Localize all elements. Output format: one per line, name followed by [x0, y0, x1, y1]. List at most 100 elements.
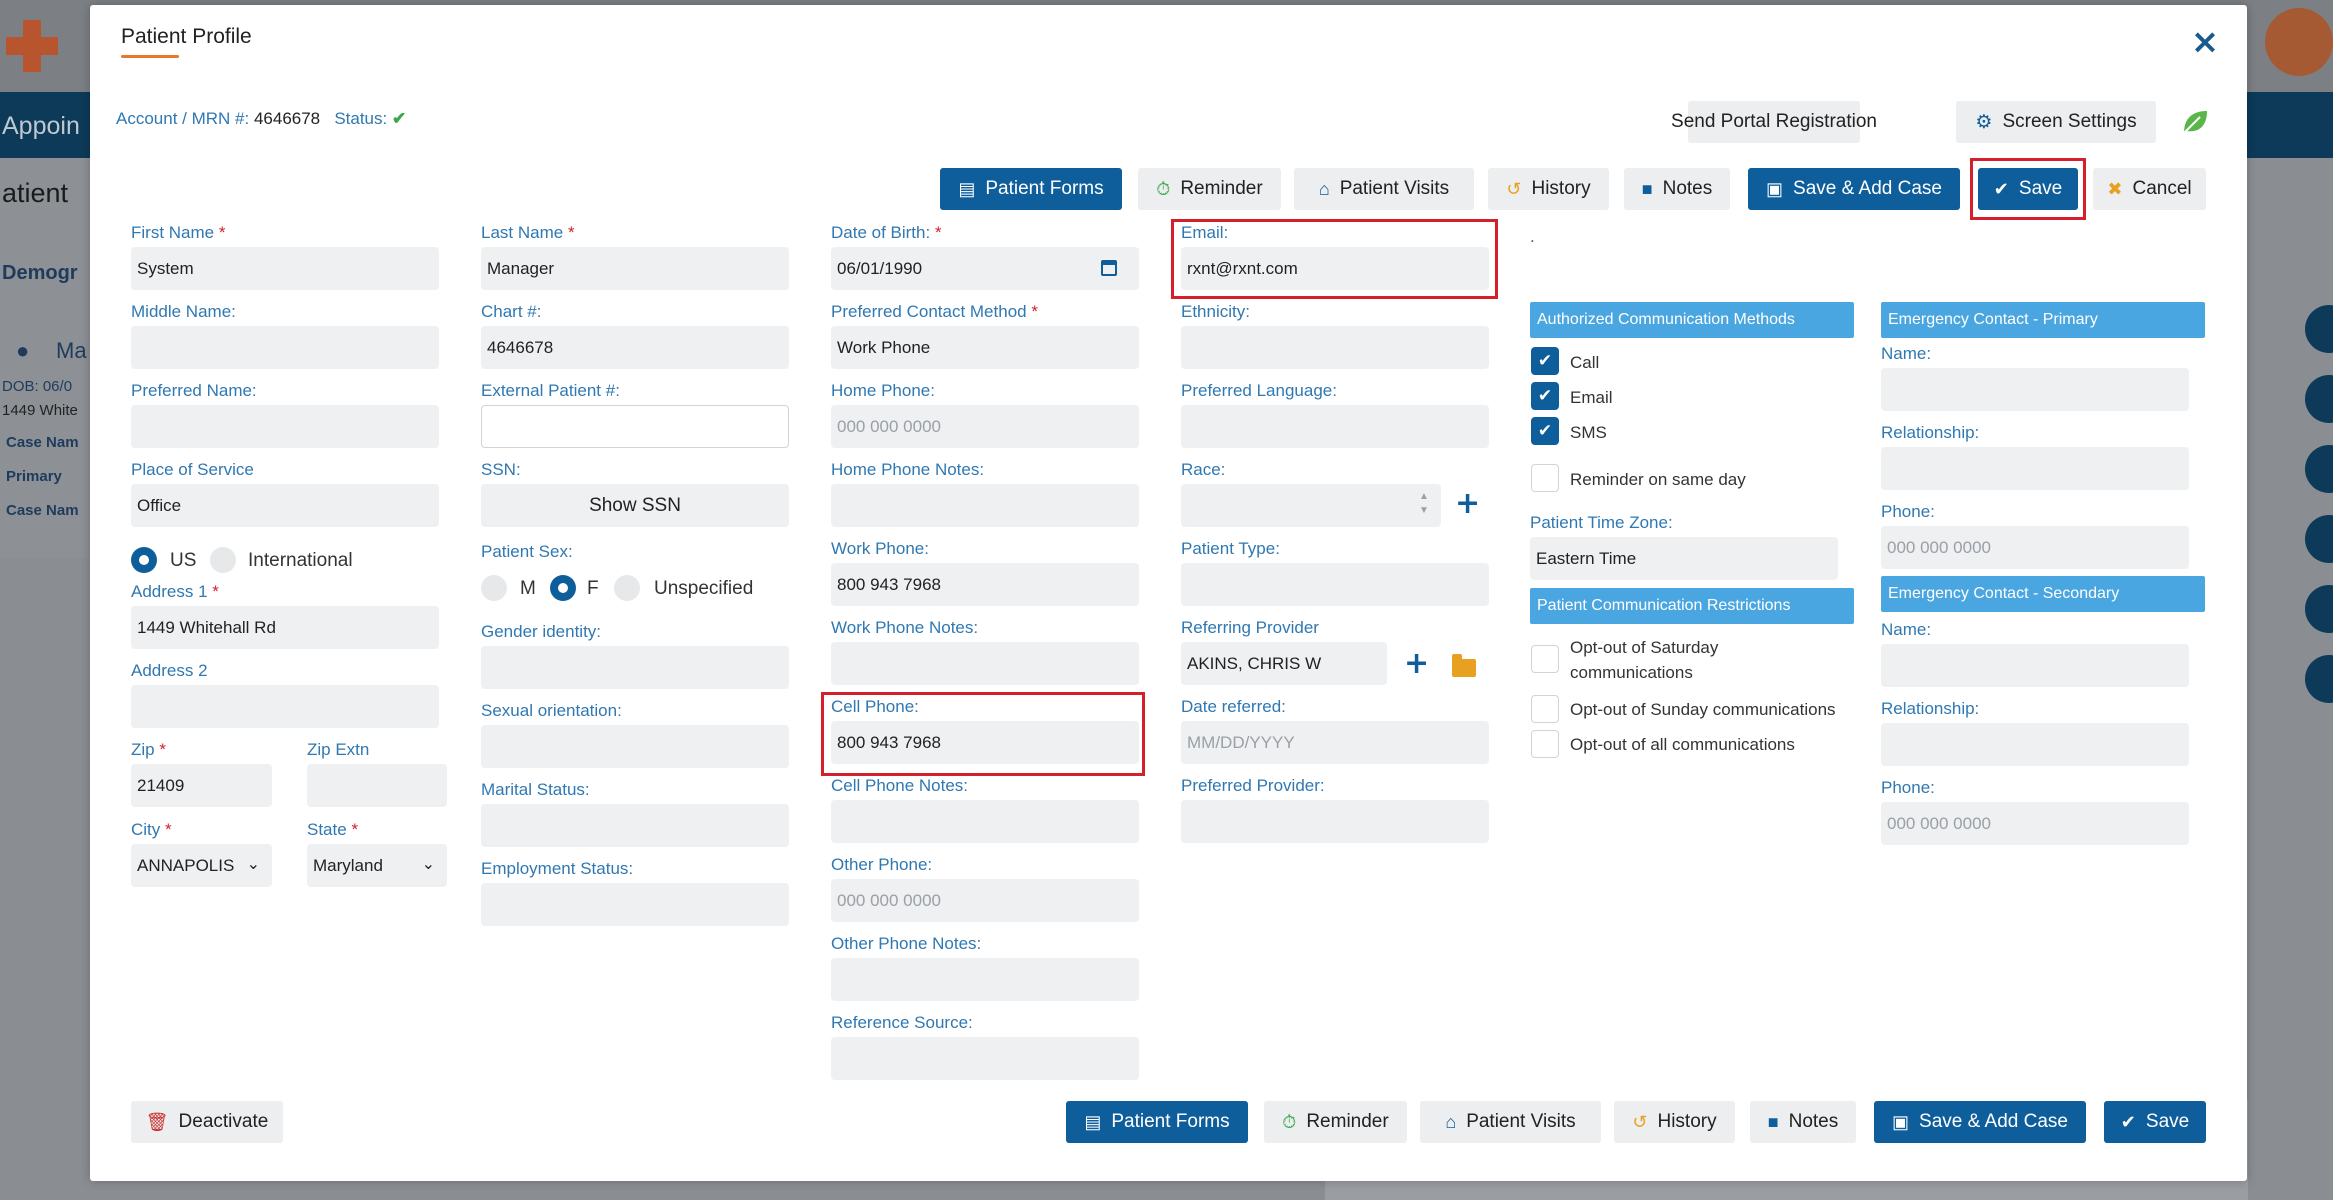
chart-field[interactable]: 4646678 [481, 326, 789, 369]
footer-history-button[interactable]: ↺ History [1614, 1101, 1735, 1143]
zip-field[interactable]: 21409 [131, 764, 272, 807]
deactivate-button[interactable]: 🗑 Deactivate [131, 1101, 283, 1143]
marital-status-field[interactable] [481, 804, 789, 847]
radio-sex-f[interactable] [550, 575, 576, 601]
employment-status-field[interactable] [481, 883, 789, 926]
spinner-icon[interactable]: ▲ ▼ [1417, 490, 1431, 520]
x-icon: ✖ [2107, 178, 2123, 199]
trash-icon: 🗑 [145, 1111, 169, 1132]
reminder-same-day-checkbox[interactable] [1531, 464, 1559, 492]
opt-all-checkbox[interactable] [1531, 730, 1559, 758]
preferred-name-field[interactable] [131, 405, 439, 448]
patient-type-field[interactable] [1181, 563, 1489, 606]
cancel-button[interactable]: ✖ Cancel [2093, 168, 2206, 210]
other-phone-label: Other Phone: [831, 855, 933, 874]
home-phone-field[interactable]: 000 000 0000 [831, 405, 1139, 448]
radio-sex-unspecified[interactable] [614, 575, 640, 601]
emergency-primary-name-field[interactable] [1881, 368, 2189, 411]
footer-save-button[interactable]: ✔ Save [2104, 1101, 2206, 1143]
middle-name-field[interactable] [131, 326, 439, 369]
email-checkbox-label: Email [1570, 388, 1613, 407]
place-of-service-field[interactable]: Office [131, 484, 439, 527]
notes-button[interactable]: ■ Notes [1624, 168, 1730, 210]
city-select[interactable]: ANNAPOLIS ⌄ [131, 844, 272, 887]
work-phone-field[interactable]: 800 943 7968 [831, 563, 1139, 606]
zip-extn-field[interactable] [307, 764, 447, 807]
emergency-secondary-phone-field[interactable]: 000 000 0000 [1881, 802, 2189, 845]
preferred-contact-method-field[interactable]: Work Phone [831, 326, 1139, 369]
emergency-secondary-name-field[interactable] [1881, 644, 2189, 687]
add-race-plus-icon[interactable]: + [1455, 489, 1480, 519]
save-and-add-case-button[interactable]: ▣ Save & Add Case [1748, 168, 1960, 210]
footer-patient-visits-button[interactable]: ⌂ Patient Visits [1420, 1101, 1601, 1143]
patient-visits-button[interactable]: ⌂ Patient Visits [1294, 168, 1474, 210]
state-select[interactable]: Maryland ⌄ [307, 844, 447, 887]
send-portal-registration-button[interactable]: Send Portal Registration [1671, 101, 1877, 143]
email-checkbox[interactable]: ✔ [1531, 382, 1559, 410]
ethnicity-field[interactable] [1181, 326, 1489, 369]
leaf-icon [2183, 111, 2207, 134]
call-checkbox[interactable]: ✔ [1531, 347, 1559, 375]
cell-phone-notes-field[interactable] [831, 800, 1139, 843]
emergency-primary-relationship-field[interactable] [1881, 447, 2189, 490]
footer-notes-button[interactable]: ■ Notes [1750, 1101, 1856, 1143]
background-case-2: Case Nam [6, 502, 79, 519]
patient-forms-button[interactable]: ▤ Patient Forms [940, 168, 1122, 210]
preferred-contact-method-label: Preferred Contact Method * [831, 302, 1038, 321]
opt-saturday-checkbox[interactable] [1531, 645, 1559, 673]
footer-save-and-add-case-button[interactable]: ▣ Save & Add Case [1874, 1101, 2086, 1143]
emergency-primary-name-label: Name: [1881, 344, 1932, 363]
dot-text: . [1530, 227, 1535, 246]
cell-phone-field[interactable]: 800 943 7968 [831, 721, 1139, 764]
dob-field[interactable]: 06/01/1990 [831, 247, 1139, 290]
calendar-icon[interactable] [1101, 260, 1117, 276]
sexual-orientation-field[interactable] [481, 725, 789, 768]
background-dob: DOB: 06/0 [2, 378, 73, 395]
address1-label: Address 1 * [131, 582, 219, 601]
user-avatar [2265, 8, 2333, 76]
email-field[interactable]: rxnt@rxnt.com [1181, 247, 1489, 290]
radio-international-label: International [248, 550, 353, 571]
other-phone-notes-field[interactable] [831, 958, 1139, 1001]
chart-label: Chart #: [481, 302, 542, 321]
reference-source-field[interactable] [831, 1037, 1139, 1080]
address2-field[interactable] [131, 685, 439, 728]
add-provider-plus-icon[interactable]: + [1404, 649, 1429, 679]
last-name-field[interactable]: Manager [481, 247, 789, 290]
radio-international[interactable] [210, 547, 236, 573]
timezone-label: Patient Time Zone: [1530, 513, 1673, 532]
opt-sunday-checkbox[interactable] [1531, 695, 1559, 723]
history-button[interactable]: ↺ History [1488, 168, 1609, 210]
emergency-primary-relationship-label: Relationship: [1881, 423, 1980, 442]
gender-identity-field[interactable] [481, 646, 789, 689]
close-icon[interactable]: × [2190, 25, 2220, 59]
work-phone-notes-field[interactable] [831, 642, 1139, 685]
home-phone-notes-field[interactable] [831, 484, 1139, 527]
sms-checkbox[interactable]: ✔ [1531, 417, 1559, 445]
background-page-title: atient [2, 178, 69, 208]
call-label: Call [1570, 353, 1600, 372]
timezone-field[interactable]: Eastern Time [1530, 537, 1838, 580]
footer-reminder-button[interactable]: ⏱ Reminder [1264, 1101, 1407, 1143]
date-referred-field[interactable]: MM/DD/YYYY [1181, 721, 1489, 764]
preferred-provider-field[interactable] [1181, 800, 1489, 843]
save-button[interactable]: ✔ Save [1978, 168, 2078, 210]
referring-provider-field[interactable]: AKINS, CHRIS W [1181, 642, 1387, 685]
external-patient-field[interactable] [481, 405, 789, 448]
emergency-secondary-relationship-field[interactable] [1881, 723, 2189, 766]
emergency-primary-phone-field[interactable]: 000 000 0000 [1881, 526, 2189, 569]
other-phone-field[interactable]: 000 000 0000 [831, 879, 1139, 922]
show-ssn-button[interactable]: Show SSN [481, 484, 789, 527]
radio-us[interactable] [131, 547, 157, 573]
reminder-button[interactable]: ⏱ Reminder [1138, 168, 1281, 210]
first-name-field[interactable]: System [131, 247, 439, 290]
preferred-language-field[interactable] [1181, 405, 1489, 448]
address1-field[interactable]: 1449 Whitehall Rd [131, 606, 439, 649]
screen-settings-button[interactable]: ⚙ Screen Settings [1956, 101, 2156, 143]
email-label: Email: [1181, 223, 1229, 242]
radio-sex-m[interactable] [481, 575, 507, 601]
footer-patient-forms-button[interactable]: ▤ Patient Forms [1066, 1101, 1248, 1143]
app-logo-icon [6, 20, 58, 72]
folder-icon[interactable] [1452, 654, 1476, 677]
race-field[interactable]: ▲ ▼ [1181, 484, 1441, 527]
